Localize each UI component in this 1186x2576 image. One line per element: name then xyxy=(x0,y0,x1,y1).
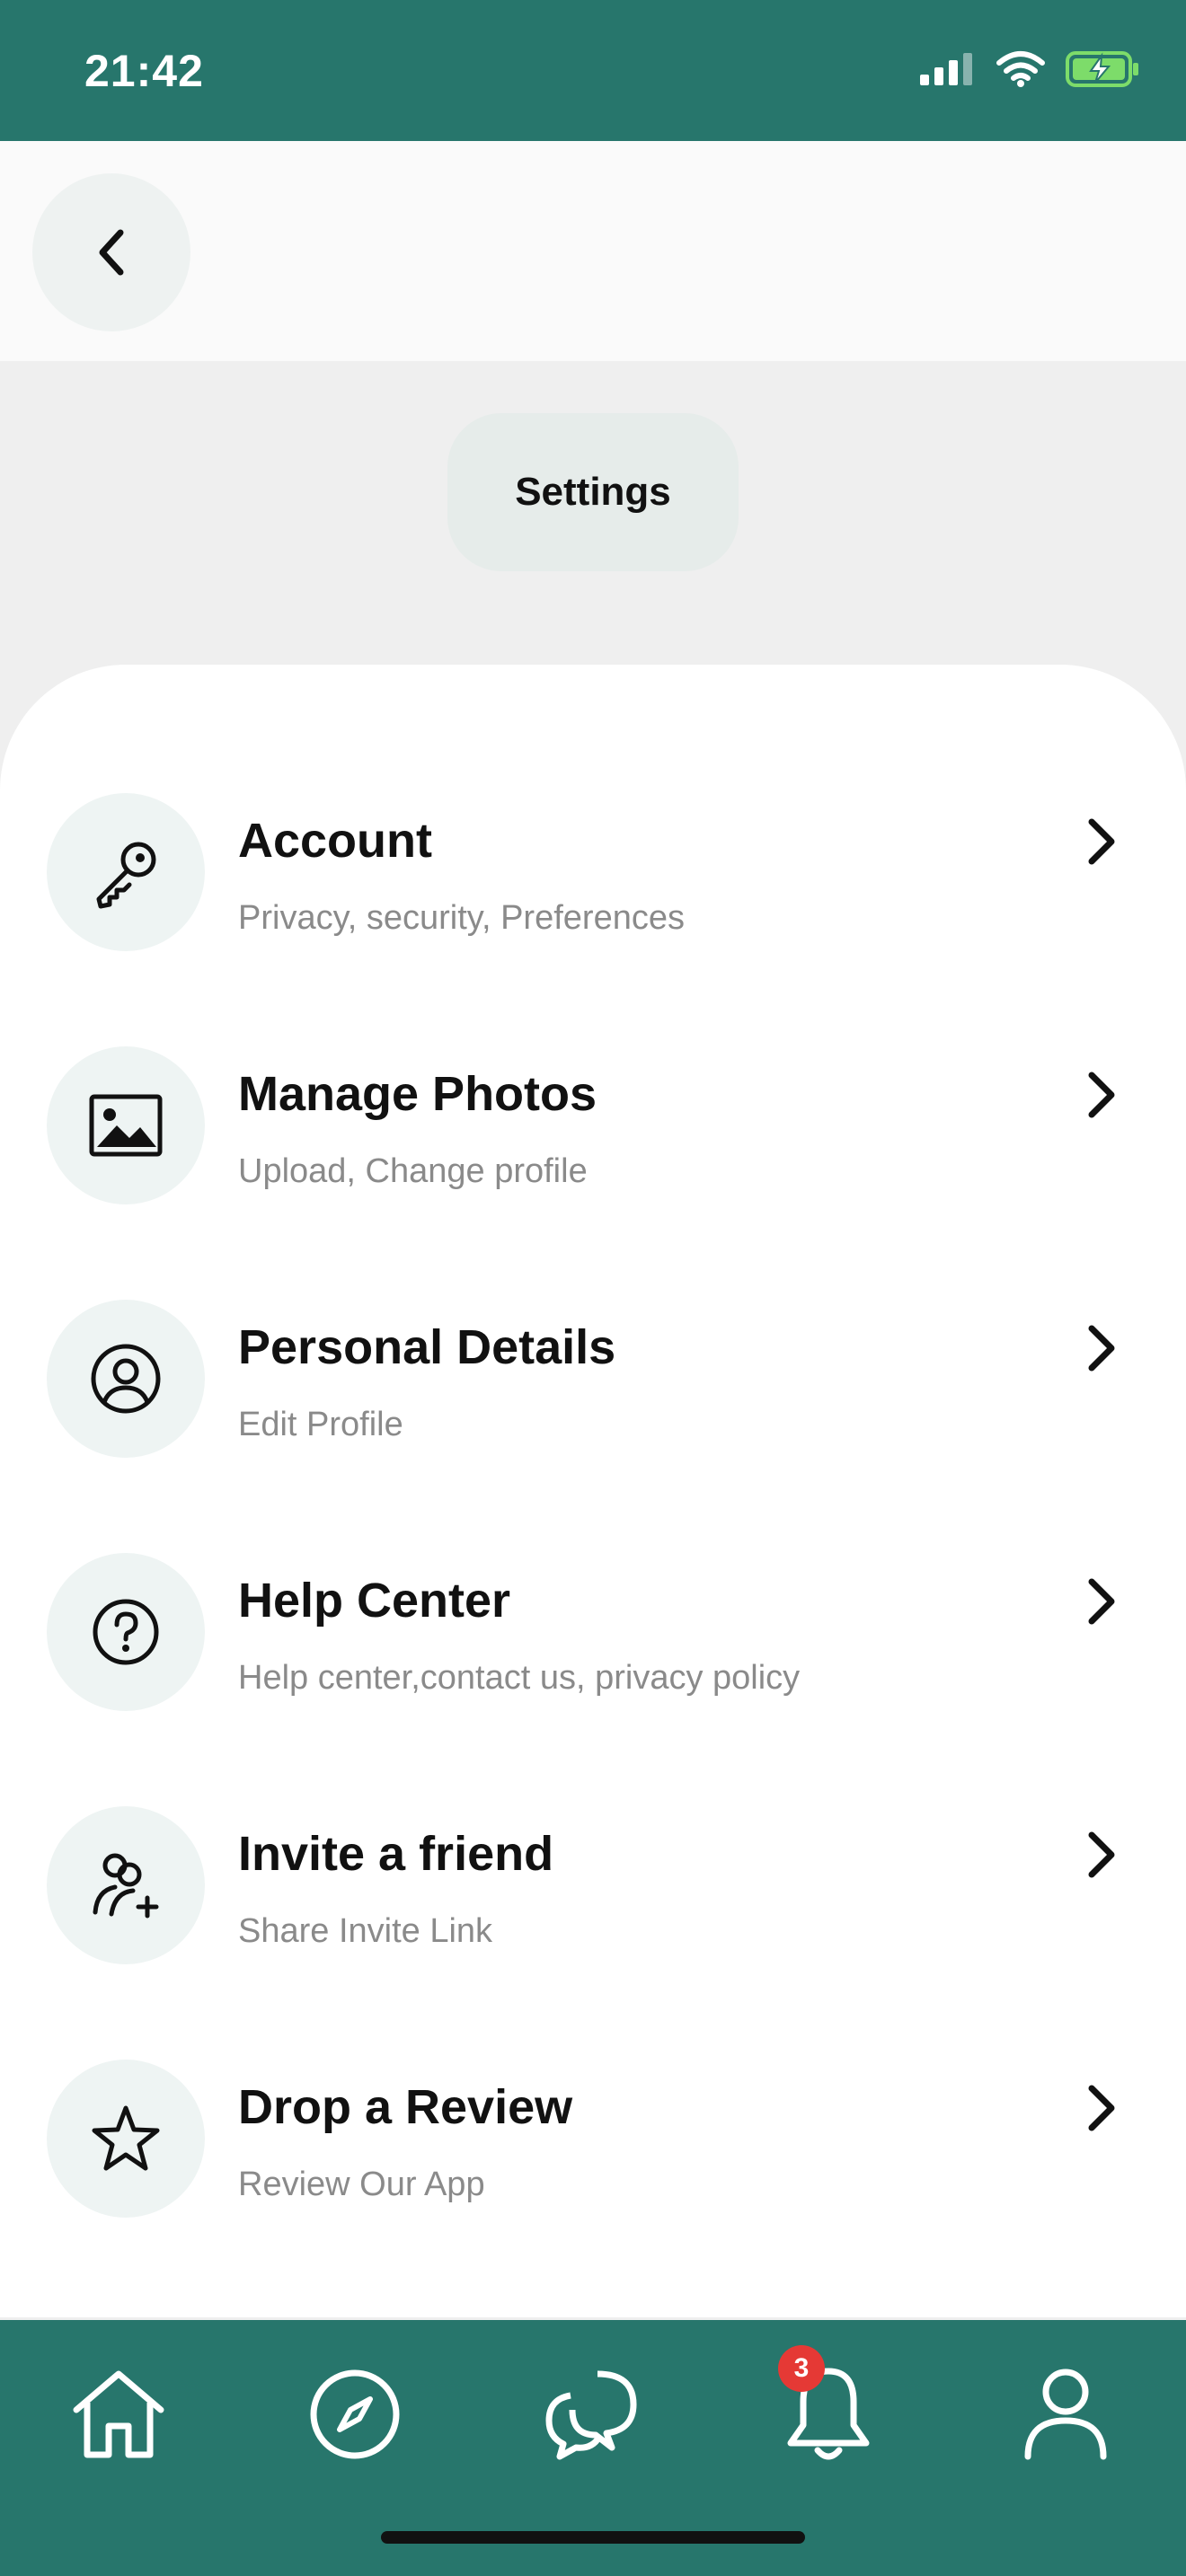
menu-item-title: Help Center xyxy=(238,1574,511,1628)
menu-item-subtitle: Share Invite Link xyxy=(238,1912,493,1950)
nav-chat[interactable] xyxy=(538,2356,646,2473)
top-bar xyxy=(0,141,1186,361)
settings-card: Account Privacy, security, Preferences M… xyxy=(0,665,1186,2317)
chevron-right-icon xyxy=(1088,2085,1115,2131)
battery-charging-icon xyxy=(1066,51,1138,87)
chevron-right-icon xyxy=(1088,1072,1115,1118)
user-plus-icon xyxy=(93,1853,159,1919)
compass-icon xyxy=(310,2369,400,2459)
menu-item-personal-details[interactable]: Personal Details Edit Profile xyxy=(0,1300,1186,1515)
nav-home[interactable] xyxy=(65,2356,173,2473)
nav-profile[interactable] xyxy=(1012,2356,1120,2473)
menu-item-subtitle: Privacy, security, Preferences xyxy=(238,899,685,937)
wifi-icon xyxy=(996,51,1045,87)
home-indicator[interactable] xyxy=(381,2531,805,2544)
menu-item-help-center[interactable]: Help Center Help center,contact us, priv… xyxy=(0,1553,1186,1769)
menu-icon-bg xyxy=(47,1806,205,1964)
chat-icon xyxy=(545,2370,637,2460)
menu-item-account[interactable]: Account Privacy, security, Preferences xyxy=(0,793,1186,1009)
notification-badge: 3 xyxy=(778,2345,825,2392)
menu-item-manage-photos[interactable]: Manage Photos Upload, Change profile xyxy=(0,1046,1186,1262)
menu-icon-bg xyxy=(47,2060,205,2218)
menu-icon-bg xyxy=(47,793,205,951)
profile-icon xyxy=(1024,2369,1107,2460)
status-time: 21:42 xyxy=(84,46,204,96)
key-icon xyxy=(96,842,156,909)
menu-item-invite-friend[interactable]: Invite a friend Share Invite Link xyxy=(0,1806,1186,2022)
signal-icon xyxy=(920,53,972,85)
menu-item-subtitle: Review Our App xyxy=(238,2166,485,2203)
image-icon xyxy=(89,1094,163,1157)
menu-item-title: Invite a friend xyxy=(238,1827,554,1881)
menu-item-subtitle: Upload, Change profile xyxy=(238,1152,588,1190)
star-icon xyxy=(92,2105,160,2171)
nav-explore[interactable] xyxy=(301,2356,409,2473)
menu-icon-bg xyxy=(47,1046,205,1204)
menu-item-title: Personal Details xyxy=(238,1320,616,1374)
chevron-right-icon xyxy=(1088,1578,1115,1625)
status-bar: 21:42 xyxy=(0,0,1186,141)
menu-item-subtitle: Help center,contact us, privacy policy xyxy=(238,1659,801,1697)
home-icon xyxy=(73,2370,164,2458)
menu-item-drop-review[interactable]: Drop a Review Review Our App xyxy=(0,2060,1186,2275)
menu-item-title: Drop a Review xyxy=(238,2080,573,2134)
menu-item-title: Account xyxy=(238,814,432,868)
page-title: Settings xyxy=(515,470,671,514)
menu-item-title: Manage Photos xyxy=(238,1067,597,1121)
user-circle-icon xyxy=(91,1344,161,1414)
back-button[interactable] xyxy=(32,173,190,331)
page-title-pill: Settings xyxy=(447,413,739,571)
help-circle-icon xyxy=(93,1599,159,1665)
menu-item-subtitle: Edit Profile xyxy=(238,1406,403,1443)
status-icons xyxy=(918,50,1141,88)
chevron-left-icon xyxy=(99,229,124,276)
chevron-right-icon xyxy=(1088,1831,1115,1878)
menu-icon-bg xyxy=(47,1553,205,1711)
chevron-right-icon xyxy=(1088,1325,1115,1372)
chevron-right-icon xyxy=(1088,818,1115,865)
menu-icon-bg xyxy=(47,1300,205,1458)
